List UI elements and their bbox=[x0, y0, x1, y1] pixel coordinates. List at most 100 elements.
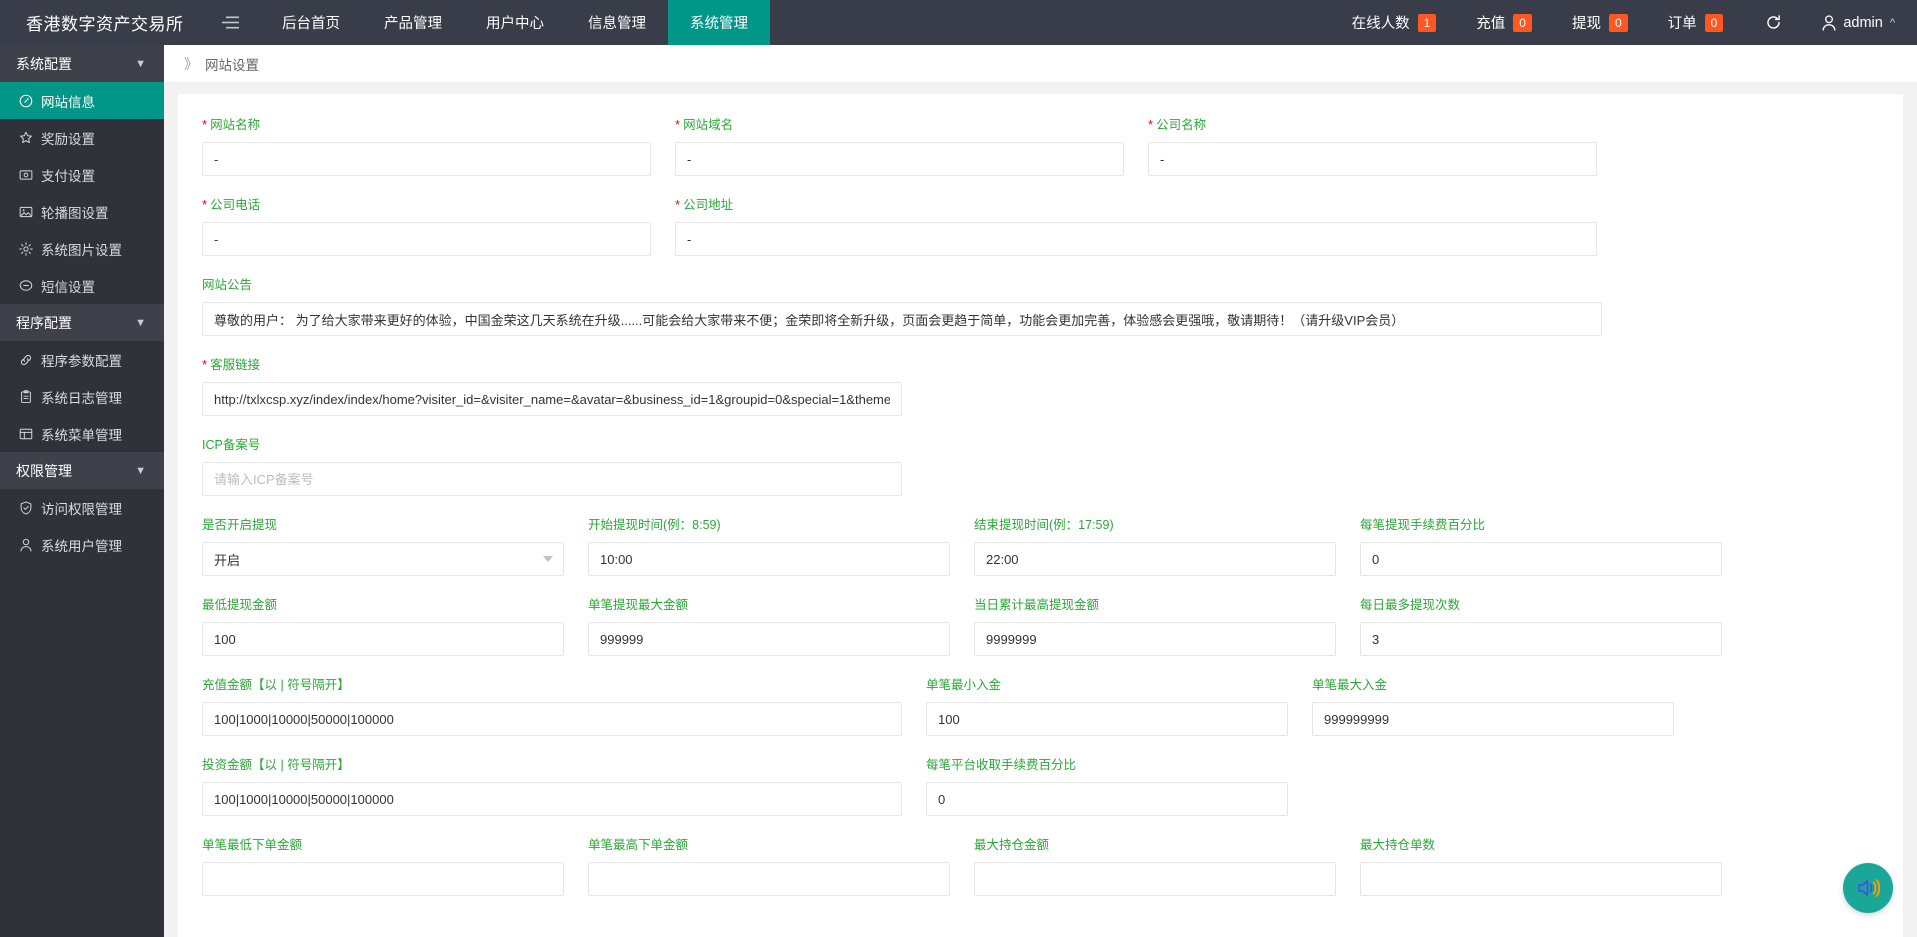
label-text: 每笔平台收取手续费百分比 bbox=[926, 758, 1076, 773]
window-icon bbox=[18, 426, 33, 441]
withdraw-max-daily-input[interactable] bbox=[974, 622, 1336, 656]
site-domain-input[interactable] bbox=[675, 142, 1124, 176]
form-row-service-link: * 客服链接 bbox=[202, 358, 1879, 416]
company-address-input[interactable] bbox=[675, 222, 1597, 256]
withdraw-fee-percent-input[interactable] bbox=[1360, 542, 1722, 576]
breadcrumb-current-page: 网站设置 bbox=[205, 54, 259, 74]
sidebar-item-sms-settings[interactable]: 短信设置 bbox=[0, 267, 164, 304]
stat-withdraw[interactable]: 提现 0 bbox=[1552, 0, 1648, 45]
field-platform-fee-percent: 每笔平台收取手续费百分比 bbox=[926, 758, 1288, 816]
refresh-button[interactable] bbox=[1743, 0, 1804, 45]
image-icon bbox=[18, 204, 33, 219]
field-position-max-count-label: 最大持仓单数 bbox=[1360, 838, 1722, 853]
field-site-name: * 网站名称 bbox=[202, 118, 651, 176]
sidebar-group-program-config[interactable]: 程序配置 ▼ bbox=[0, 304, 164, 341]
platform-fee-percent-input[interactable] bbox=[926, 782, 1288, 816]
field-order-max-amount-label: 单笔最高下单金额 bbox=[588, 838, 950, 853]
withdraw-end-time-input[interactable] bbox=[974, 542, 1336, 576]
label-text: 公司地址 bbox=[683, 198, 733, 213]
withdraw-min-amount-input[interactable] bbox=[202, 622, 564, 656]
site-name-input[interactable] bbox=[202, 142, 651, 176]
required-marker-icon: * bbox=[202, 358, 207, 371]
sidebar-item-payment-settings[interactable]: 支付设置 bbox=[0, 156, 164, 193]
field-position-max-amount-label: 最大持仓金额 bbox=[974, 838, 1336, 853]
sidebar-group-system-config[interactable]: 系统配置 ▼ bbox=[0, 45, 164, 82]
label-text: ICP备案号 bbox=[202, 438, 260, 453]
main-content: * 网站名称 * 网站域名 * 公司名称 bbox=[164, 83, 1917, 937]
field-withdraw-fee-percent-label: 每笔提现手续费百分比 bbox=[1360, 518, 1722, 533]
service-link-input[interactable] bbox=[202, 382, 902, 416]
order-min-amount-input[interactable] bbox=[202, 862, 564, 896]
field-withdraw-end-time: 结束提现时间(例：17:59) bbox=[974, 518, 1336, 576]
sidebar-item-label: 奖励设置 bbox=[41, 128, 95, 148]
sidebar-item-program-parameters[interactable]: 程序参数配置 bbox=[0, 341, 164, 378]
sidebar-item-reward-settings[interactable]: 奖励设置 bbox=[0, 119, 164, 156]
withdraw-start-time-input[interactable] bbox=[588, 542, 950, 576]
position-max-amount-input[interactable] bbox=[974, 862, 1336, 896]
required-marker-icon: * bbox=[675, 198, 680, 211]
field-site-name-label: * 网站名称 bbox=[202, 118, 651, 133]
star-icon bbox=[18, 130, 33, 145]
site-notice-input[interactable] bbox=[202, 302, 1602, 336]
sidebar-item-system-logs[interactable]: 系统日志管理 bbox=[0, 378, 164, 415]
sidebar-toggle-button[interactable] bbox=[200, 0, 260, 45]
stat-orders[interactable]: 订单 0 bbox=[1648, 0, 1744, 45]
sidebar-item-carousel-settings[interactable]: 轮播图设置 bbox=[0, 193, 164, 230]
position-max-count-input[interactable] bbox=[1360, 862, 1722, 896]
label-text: 单笔提现最大金额 bbox=[588, 598, 688, 613]
form-row-basic-2: * 公司电话 * 公司地址 bbox=[202, 198, 1879, 256]
sidebar-item-access-permissions[interactable]: 访问权限管理 bbox=[0, 489, 164, 526]
user-icon bbox=[1822, 15, 1836, 31]
label-text: 单笔最低下单金额 bbox=[202, 838, 302, 853]
sidebar-item-label: 支付设置 bbox=[41, 165, 95, 185]
sidebar-item-system-menus[interactable]: 系统菜单管理 bbox=[0, 415, 164, 452]
nav-item-system-management[interactable]: 系统管理 bbox=[668, 0, 770, 45]
company-phone-input[interactable] bbox=[202, 222, 651, 256]
field-site-notice: 网站公告 bbox=[202, 278, 1602, 336]
label-text: 当日累计最高提现金额 bbox=[974, 598, 1099, 613]
company-name-input[interactable] bbox=[1148, 142, 1597, 176]
chevron-down-icon: ▼ bbox=[135, 317, 146, 329]
user-menu-button[interactable]: admin ^ bbox=[1804, 0, 1917, 45]
nav-item-information-management[interactable]: 信息管理 bbox=[566, 0, 668, 45]
user-icon bbox=[18, 537, 33, 552]
field-withdraw-start-time: 开始提现时间(例：8:59) bbox=[588, 518, 950, 576]
field-withdraw-start-time-label: 开始提现时间(例：8:59) bbox=[588, 518, 950, 533]
chevron-down-icon: ▼ bbox=[135, 465, 146, 477]
field-withdraw-fee-percent: 每笔提现手续费百分比 bbox=[1360, 518, 1722, 576]
nav-item-dashboard[interactable]: 后台首页 bbox=[260, 0, 362, 45]
order-max-amount-input[interactable] bbox=[588, 862, 950, 896]
icp-number-input[interactable] bbox=[202, 462, 902, 496]
field-withdraw-min-amount: 最低提现金额 bbox=[202, 598, 564, 656]
nav-item-product-management[interactable]: 产品管理 bbox=[362, 0, 464, 45]
sidebar-item-label: 短信设置 bbox=[41, 276, 95, 296]
stat-online-users[interactable]: 在线人数 1 bbox=[1332, 0, 1457, 45]
sidebar-item-label: 系统日志管理 bbox=[41, 387, 122, 407]
stat-recharge[interactable]: 充值 0 bbox=[1456, 0, 1552, 45]
label-text: 最大持仓金额 bbox=[974, 838, 1049, 853]
withdraw-enabled-select[interactable] bbox=[202, 542, 564, 576]
field-icp-number: ICP备案号 bbox=[202, 438, 902, 496]
withdraw-daily-times-input[interactable] bbox=[1360, 622, 1722, 656]
deposit-min-input[interactable] bbox=[926, 702, 1288, 736]
deposit-max-input[interactable] bbox=[1312, 702, 1674, 736]
sidebar-group-permission-management[interactable]: 权限管理 ▼ bbox=[0, 452, 164, 489]
sound-notification-button[interactable] bbox=[1843, 863, 1893, 913]
nav-item-user-center[interactable]: 用户中心 bbox=[464, 0, 566, 45]
label-text: 单笔最高下单金额 bbox=[588, 838, 688, 853]
invest-amounts-input[interactable] bbox=[202, 782, 902, 816]
form-row-order-limits: 单笔最低下单金额 单笔最高下单金额 最大持仓金额 最大持仓单数 bbox=[202, 838, 1879, 896]
sidebar-group-label: 程序配置 bbox=[16, 313, 72, 333]
withdraw-max-single-input[interactable] bbox=[588, 622, 950, 656]
sidebar: 系统配置 ▼ 网站信息 奖励设置 支付设置 bbox=[0, 45, 164, 937]
sidebar-item-system-image-settings[interactable]: 系统图片设置 bbox=[0, 230, 164, 267]
field-company-address-label: * 公司地址 bbox=[675, 198, 1597, 213]
field-company-name-label: * 公司名称 bbox=[1148, 118, 1597, 133]
sidebar-item-system-users[interactable]: 系统用户管理 bbox=[0, 526, 164, 563]
content-right-gutter bbox=[1907, 83, 1917, 937]
recharge-amounts-input[interactable] bbox=[202, 702, 902, 736]
sidebar-item-site-info[interactable]: 网站信息 bbox=[0, 82, 164, 119]
required-marker-icon: * bbox=[202, 118, 207, 131]
withdraw-enabled-select-wrapper[interactable] bbox=[202, 542, 564, 576]
field-order-min-amount: 单笔最低下单金额 bbox=[202, 838, 564, 896]
